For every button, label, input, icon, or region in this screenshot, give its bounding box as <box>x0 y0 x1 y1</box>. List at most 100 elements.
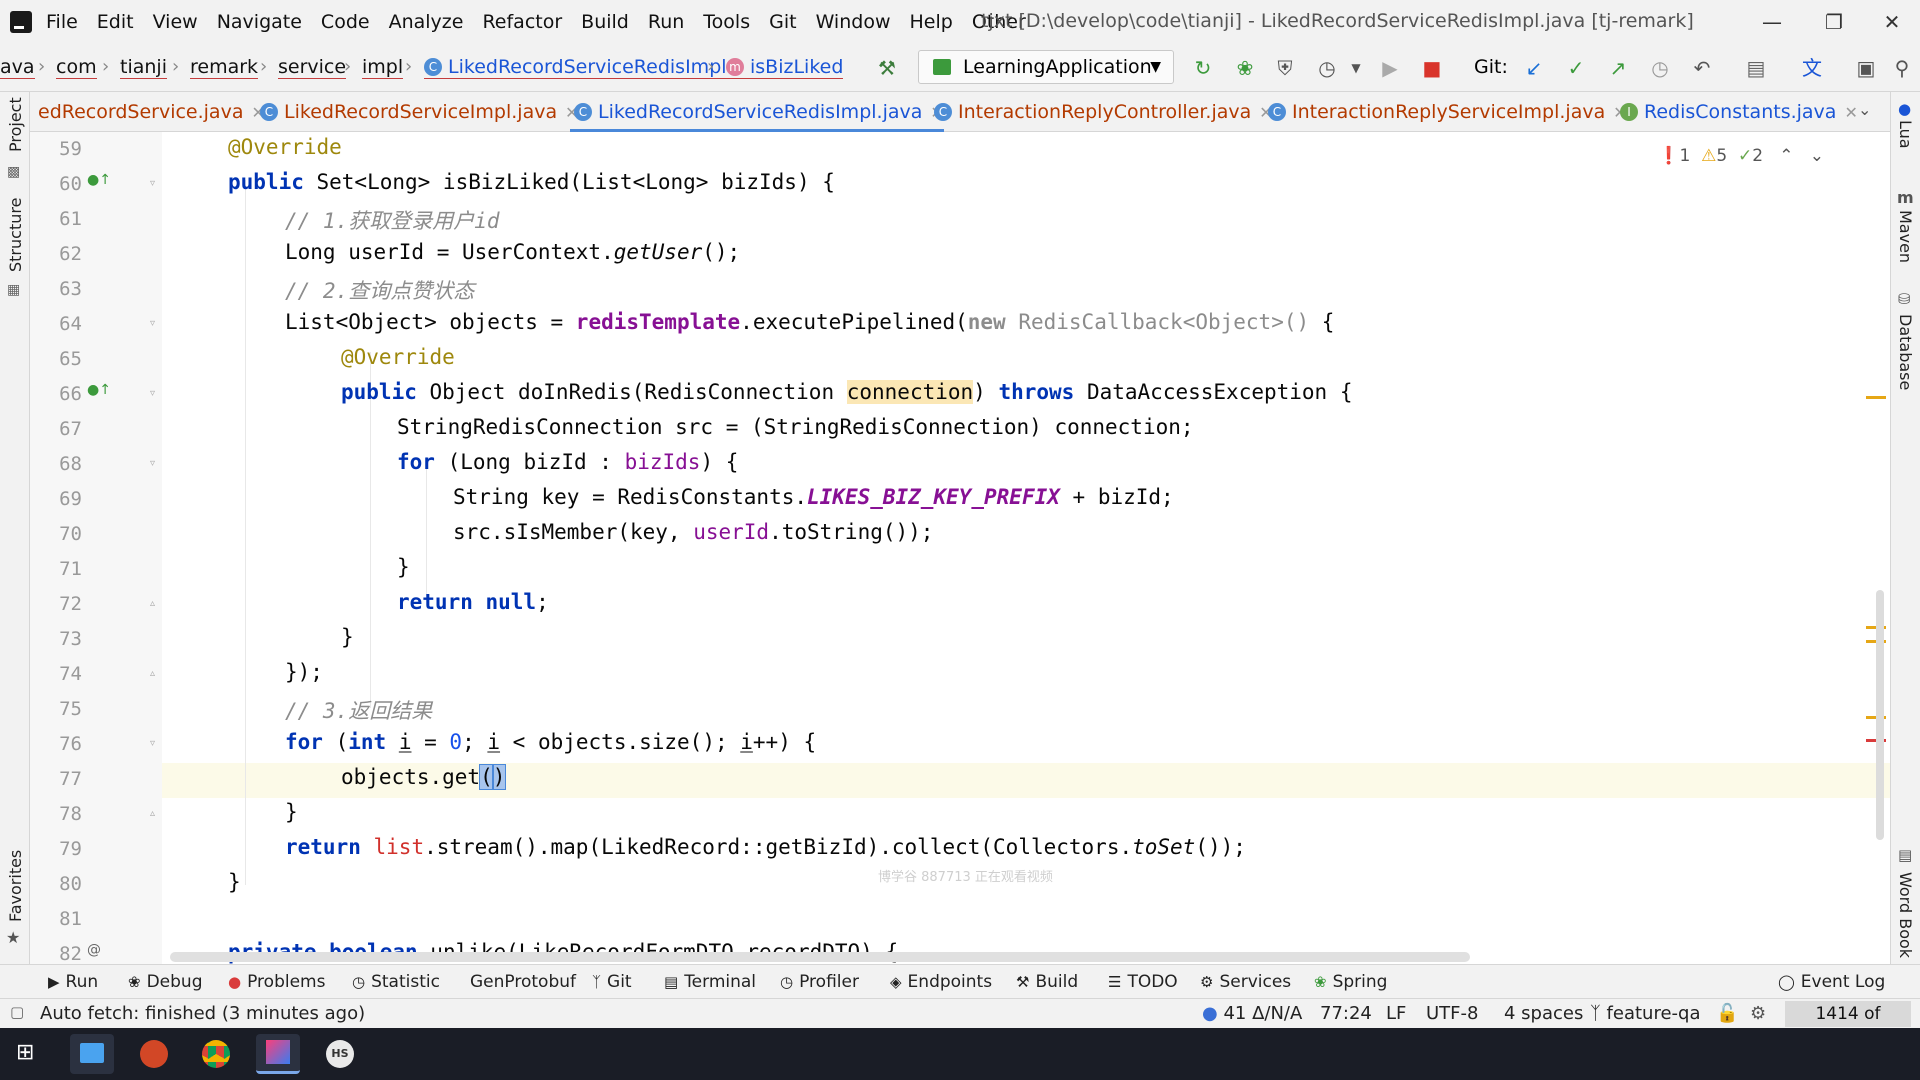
breadcrumb-com[interactable]: com <box>56 56 97 79</box>
menu-refactor[interactable]: Refactor <box>482 11 562 33</box>
code-editor[interactable]: 59 60 61 62 63 64 65 66 67 68 69 70 71 7… <box>30 132 1890 964</box>
menu-navigate[interactable]: Navigate <box>217 11 302 33</box>
layout-icon[interactable]: ▣ <box>1854 56 1878 80</box>
tool-structure[interactable]: Structure <box>6 198 25 272</box>
breadcrumb-impl[interactable]: impl <box>362 56 404 79</box>
tool-problems[interactable]: ● Problems <box>228 972 325 992</box>
previous-highlight-icon[interactable]: ⌃ <box>1779 146 1793 166</box>
status-message[interactable]: Auto fetch: finished (3 minutes ago) <box>40 1003 365 1024</box>
git-push-icon[interactable]: ↗ <box>1606 56 1630 80</box>
code-line-77[interactable]: objects.get() <box>341 764 507 790</box>
tool-maven[interactable]: Maven <box>1896 210 1915 263</box>
indent-setting[interactable]: 4 spaces <box>1504 1003 1583 1024</box>
chrome-icon[interactable] <box>194 1034 238 1074</box>
close-window-icon[interactable]: ✕ <box>1872 4 1912 40</box>
rollback-icon[interactable]: ↶ <box>1690 56 1714 80</box>
close-tab-icon[interactable]: ✕ <box>1844 103 1857 122</box>
tool-endpoints[interactable]: ◈ Endpoints <box>890 972 992 992</box>
tool-lua[interactable]: Lua <box>1896 120 1915 149</box>
tab-list-chevron-icon[interactable]: ⌄ <box>1858 100 1871 119</box>
windows-start-icon[interactable]: ⊞ <box>16 1040 34 1065</box>
menu-file[interactable]: File <box>46 11 78 33</box>
git-branch[interactable]: ᛉ feature-qa <box>1590 1003 1700 1024</box>
stop-icon[interactable]: ■ <box>1420 56 1444 80</box>
file-encoding[interactable]: UTF-8 <box>1426 1003 1478 1024</box>
fold-icon[interactable]: ▵ <box>150 668 162 679</box>
vcs-changes[interactable]: ● 41 Δ/N/A <box>1202 1003 1302 1024</box>
tab-edrecordservice[interactable]: edRecordService.java ✕ <box>34 92 265 132</box>
tool-services[interactable]: ⚙ Services <box>1200 972 1291 992</box>
menu-view[interactable]: View <box>153 11 198 33</box>
git-update-icon[interactable]: ↙ <box>1522 56 1546 80</box>
tool-debug[interactable]: ❀ Debug <box>128 972 202 992</box>
tool-terminal[interactable]: ▤ Terminal <box>664 972 756 992</box>
tab-likedrecordserviceredisimpl[interactable]: CLikedRecordServiceRedisImpl.java✕ <box>570 92 944 132</box>
restore-icon[interactable]: ❐ <box>1814 4 1854 40</box>
tab-interactionreplyserviceimpl[interactable]: CInteractionReplyServiceImpl.java✕ <box>1264 92 1627 132</box>
breadcrumb-service[interactable]: service <box>278 56 347 79</box>
hs-app-icon[interactable]: HS <box>318 1034 362 1074</box>
tool-favorites[interactable]: Favorites <box>6 850 25 922</box>
menu-help[interactable]: Help <box>909 11 952 33</box>
menu-run[interactable]: Run <box>648 11 684 33</box>
memory-indicator[interactable]: 1414 of 1979M <box>1785 1001 1911 1050</box>
tool-git[interactable]: ᛉ Git <box>592 972 632 992</box>
fold-icon[interactable]: ▵ <box>150 808 162 819</box>
menu-analyze[interactable]: Analyze <box>389 11 464 33</box>
translate-icon[interactable]: 文 <box>1800 56 1824 80</box>
tool-event-log[interactable]: ◯ Event Log <box>1778 972 1885 992</box>
breadcrumb-remark[interactable]: remark <box>190 56 259 79</box>
minimize-icon[interactable]: — <box>1752 4 1792 40</box>
menu-git[interactable]: Git <box>769 11 796 33</box>
lock-icon[interactable]: 🔓 <box>1716 1003 1738 1024</box>
tool-todo[interactable]: ☰ TODO <box>1108 972 1178 992</box>
fold-icon[interactable]: ▿ <box>150 318 162 329</box>
file-explorer-icon[interactable] <box>70 1034 114 1074</box>
tool-run[interactable]: ▶ Run <box>48 972 98 992</box>
tool-spring[interactable]: ❀ Spring <box>1314 972 1387 992</box>
profile-icon[interactable]: ◷ <box>1315 56 1339 80</box>
breadcrumb-class[interactable]: C LikedRecordServiceRedisImpl <box>424 56 727 79</box>
tool-statistic[interactable]: ◷ Statistic <box>352 972 440 992</box>
fold-icon[interactable]: ▿ <box>150 738 162 749</box>
fold-icon[interactable]: ▵ <box>150 598 162 609</box>
search-icon[interactable]: ⚲ <box>1890 56 1914 80</box>
powerpoint-icon[interactable] <box>132 1034 176 1074</box>
horizontal-scrollbar[interactable] <box>170 952 1470 962</box>
vertical-scrollbar[interactable] <box>1876 590 1884 840</box>
tool-project[interactable]: Project <box>6 97 25 152</box>
tab-likedrecordserviceimpl[interactable]: C LikedRecordServiceImpl.java ✕ <box>256 92 579 132</box>
tool-database[interactable]: Database <box>1896 314 1915 390</box>
tab-interactionreplycontroller[interactable]: C InteractionReplyController.java ✕ <box>930 92 1273 132</box>
debug-bug-icon[interactable]: ❀ <box>1233 56 1257 80</box>
breadcrumb-tianji[interactable]: tianji <box>120 56 167 79</box>
inspection-widget[interactable]: ❗1 ⚠5 ✓2 ⌃ ⌄ <box>1658 146 1824 166</box>
inspector-icon[interactable]: ⚙ <box>1750 1003 1766 1024</box>
breadcrumb-ava[interactable]: ava <box>0 56 35 79</box>
menu-edit[interactable]: Edit <box>97 11 134 33</box>
line-separator[interactable]: LF <box>1386 1003 1406 1024</box>
coverage-icon[interactable]: ⛨ <box>1273 56 1297 80</box>
tab-redisconstants[interactable]: I RedisConstants.java ✕ <box>1616 92 1858 132</box>
tool-word-book[interactable]: Word Book <box>1896 872 1915 958</box>
status-toggle-icon[interactable]: ▢ <box>10 1003 24 1021</box>
profile-dropdown-icon[interactable]: ▼ <box>1344 56 1368 80</box>
implements-icon[interactable]: ●↑ <box>87 382 111 398</box>
menu-tools[interactable]: Tools <box>703 11 750 33</box>
warning-marker[interactable] <box>1866 396 1886 399</box>
project-structure-icon[interactable]: ▤ <box>1744 56 1768 80</box>
intellij-taskbar-icon[interactable] <box>256 1034 300 1074</box>
fold-icon[interactable]: ▿ <box>150 458 162 469</box>
rerun-icon[interactable]: ↻ <box>1191 56 1215 80</box>
menu-code[interactable]: Code <box>321 11 370 33</box>
caret-position[interactable]: 77:24 <box>1320 1003 1372 1024</box>
implements-icon[interactable]: ●↑ <box>87 172 111 188</box>
build-hammer-icon[interactable]: ⚒ <box>875 56 899 80</box>
menu-window[interactable]: Window <box>816 11 891 33</box>
menu-build[interactable]: Build <box>581 11 629 33</box>
tool-profiler[interactable]: ◷ Profiler <box>780 972 859 992</box>
history-icon[interactable]: ◷ <box>1648 56 1672 80</box>
fold-icon[interactable]: ▿ <box>150 388 162 399</box>
breadcrumb-method[interactable]: m isBizLiked <box>726 56 844 79</box>
next-highlight-icon[interactable]: ⌄ <box>1810 146 1824 166</box>
